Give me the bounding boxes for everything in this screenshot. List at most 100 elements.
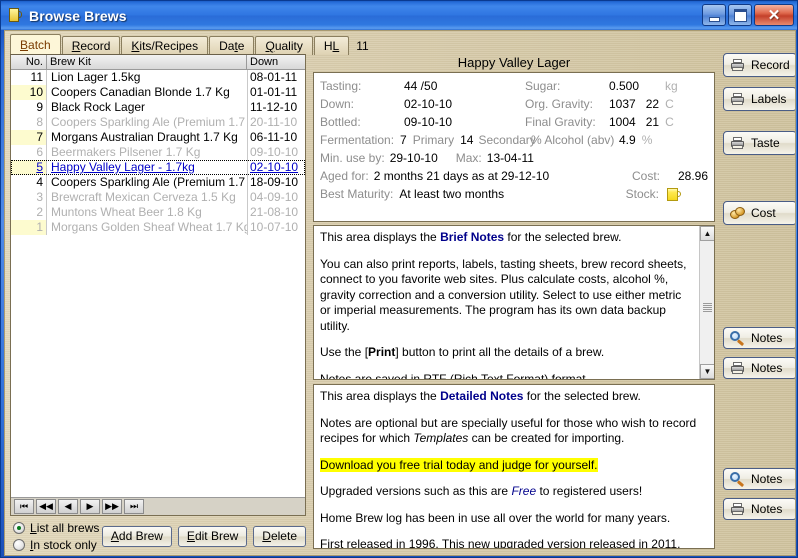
row-brew-kit: Lion Lager 1.5kg bbox=[51, 70, 141, 84]
print-record-button[interactable]: Record bbox=[723, 53, 795, 77]
maximize-button[interactable] bbox=[728, 4, 752, 26]
row-down-date: 11-12-10 bbox=[247, 100, 304, 115]
view-brief-notes-button[interactable]: Notes bbox=[723, 327, 795, 349]
table-row[interactable]: 8 Coopers Sparkling Ale (Premium 1.7 Kg) 2… bbox=[11, 115, 305, 130]
brief-notes-p1-bold: Brief Notes bbox=[440, 230, 505, 244]
radio-in-stock-label: In stock only bbox=[30, 537, 97, 552]
close-window-button[interactable]: ✕ bbox=[754, 4, 794, 26]
table-row[interactable]: 9 Black Rock Lager 11-12-10 bbox=[11, 100, 305, 115]
radio-dot-icon bbox=[13, 538, 25, 551]
browse-brews-window: Browse Brews ✕ Batch Record Kits/Recipes… bbox=[0, 0, 798, 558]
row-brew-kit: Happy Valley Lager - 1.7kg bbox=[51, 160, 195, 174]
radio-dot-icon bbox=[13, 521, 25, 534]
scroll-up-icon[interactable]: ▲ bbox=[700, 226, 714, 241]
radio-list-all-label: List all brews bbox=[30, 520, 100, 535]
brew-list-rows: 11 Lion Lager 1.5kg 08-01-11 10 Coopers Cana… bbox=[11, 70, 305, 235]
alcohol-value: 4.9 bbox=[619, 133, 636, 147]
detailed-notes-paragraph-4: Upgraded versions such as this are Free … bbox=[320, 484, 708, 500]
org-gravity-label: Org. Gravity: bbox=[525, 97, 594, 111]
print-brief-notes-label: Notes bbox=[751, 361, 783, 375]
table-row[interactable]: 4 Coopers Sparkling Ale (Premium 1.7 Kg) 1… bbox=[11, 175, 305, 190]
tab-record-label: Record bbox=[71, 39, 111, 53]
detailed-notes-paragraph-3: Download you free trial today and judge … bbox=[320, 457, 708, 474]
table-row[interactable]: 10 Coopers Canadian Blonde 1.7 Kg 01-01-11 bbox=[11, 85, 305, 100]
table-row[interactable]: 2 Muntons Wheat Beer 1.8 Kg 21-08-10 bbox=[11, 205, 305, 220]
row-number: 1 bbox=[11, 220, 47, 235]
row-down-date: 09-10-10 bbox=[247, 145, 304, 160]
print-taste-button[interactable]: Taste bbox=[723, 131, 795, 155]
view-detailed-notes-button[interactable]: Notes bbox=[723, 468, 795, 490]
row-number: 5 bbox=[11, 160, 47, 175]
org-gravity-temp: 22 bbox=[645, 97, 660, 111]
print-detailed-notes-button[interactable]: Notes bbox=[723, 498, 795, 520]
minimize-button[interactable] bbox=[702, 4, 726, 26]
tab-batch[interactable]: Batch bbox=[10, 34, 61, 55]
brew-list-panel[interactable]: No. Brew Kit Down 11 Lion Lager 1.5kg 08-0… bbox=[10, 54, 306, 516]
print-brief-notes-button[interactable]: Notes bbox=[723, 357, 795, 379]
row-down-date: 08-01-11 bbox=[247, 70, 304, 85]
nav-next-button[interactable]: ▶ bbox=[80, 499, 100, 514]
beer-mug-icon bbox=[8, 7, 23, 24]
list-navigator: ⏮ ◀◀ ◀ ▶ ▶▶ ⏭ bbox=[11, 497, 305, 515]
table-row[interactable]: 3 Brewcraft Mexican Cerveza 1.5 Kg 04-09-1… bbox=[11, 190, 305, 205]
detailed-notes-paragraph-5: Home Brew log has been in use all over t… bbox=[320, 510, 671, 525]
detailed-notes-pane[interactable]: This area displays the Detailed Notes fo… bbox=[313, 384, 715, 549]
nav-prev-button[interactable]: ◀ bbox=[58, 499, 78, 514]
tab-hl[interactable]: HL bbox=[313, 36, 350, 55]
delete-brew-button[interactable]: Delete bbox=[253, 525, 306, 547]
org-gravity-temp-unit: C bbox=[665, 97, 674, 111]
window-controls: ✕ bbox=[702, 4, 794, 26]
table-row[interactable]: 11 Lion Lager 1.5kg 08-01-11 bbox=[11, 70, 305, 85]
list-footer: List all brews In stock only Add Brew Ed… bbox=[10, 518, 306, 554]
edit-brew-button[interactable]: Edit Brew bbox=[177, 525, 248, 547]
nav-next-page-button[interactable]: ▶▶ bbox=[102, 499, 122, 514]
detailed-notes-paragraph-6: First released in 1996. This new upgrade… bbox=[320, 537, 681, 549]
radio-in-stock-only[interactable]: In stock only bbox=[13, 538, 99, 552]
title-bar[interactable]: Browse Brews ✕ bbox=[1, 1, 797, 30]
brief-notes-p3-post: ] button to print all the details of a b… bbox=[395, 345, 605, 359]
cost-button[interactable]: Cost bbox=[723, 201, 795, 225]
tab-date[interactable]: Date bbox=[209, 36, 255, 55]
brew-detail-panel: Tasting: 44 /50 Sugar: 0.500 kg Down: 02… bbox=[313, 72, 715, 222]
table-row[interactable]: 6 Beermakers Pilsener 1.7 Kg 09-10-10 bbox=[11, 145, 305, 160]
brief-notes-p1-post: for the selected brew. bbox=[504, 230, 622, 244]
detail-row-bottled: Bottled: 09-10-10 Final Gravity: 1004 21… bbox=[320, 113, 708, 131]
min-use-label: Min. use by: bbox=[320, 151, 385, 165]
detailed-notes-paragraph-2: Notes are optional but are specially use… bbox=[320, 416, 708, 447]
final-gravity-value: 1004 bbox=[609, 115, 636, 129]
brief-notes-p3-pre: Use the [ bbox=[320, 345, 369, 359]
tab-record[interactable]: Record bbox=[61, 36, 121, 55]
brief-notes-pane[interactable]: This area displays the Brief Notes for t… bbox=[313, 225, 715, 380]
sugar-label: Sugar: bbox=[525, 79, 561, 93]
printer-icon bbox=[730, 502, 745, 516]
column-header-brew-kit: Brew Kit bbox=[47, 55, 247, 69]
row-down-date: 02-10-10 bbox=[247, 160, 304, 175]
table-row[interactable]: 5 Happy Valley Lager - 1.7kg 02-10-10 bbox=[11, 160, 305, 175]
scroll-down-icon[interactable]: ▼ bbox=[700, 364, 714, 379]
delete-brew-label: Delete bbox=[262, 529, 297, 543]
brew-list-header: No. Brew Kit Down bbox=[11, 55, 305, 70]
detail-row-maturity: Best Maturity: At least two months Stock… bbox=[320, 185, 708, 203]
radio-list-all-brews[interactable]: List all brews bbox=[13, 521, 99, 535]
nav-last-button[interactable]: ⏭ bbox=[124, 499, 144, 514]
brief-notes-scrollbar[interactable]: ▲ ▼ bbox=[699, 226, 714, 379]
tab-kits-recipes[interactable]: Kits/Recipes bbox=[121, 36, 209, 55]
row-number: 3 bbox=[11, 190, 47, 205]
row-brew-kit: Black Rock Lager bbox=[51, 100, 146, 114]
add-brew-label: Add Brew bbox=[110, 529, 163, 543]
detail-panel-title: Happy Valley Lager bbox=[457, 55, 571, 70]
cost-value: 28.96 bbox=[677, 169, 708, 183]
final-gravity-temp: 21 bbox=[645, 115, 660, 129]
nav-prev-page-button[interactable]: ◀◀ bbox=[36, 499, 56, 514]
print-labels-button[interactable]: Labels bbox=[723, 87, 795, 111]
scrollbar-thumb[interactable] bbox=[703, 302, 712, 312]
row-number: 11 bbox=[11, 70, 47, 85]
table-row[interactable]: 1 Morgans Golden Sheaf Wheat 1.7 Kg 10-07-… bbox=[11, 220, 305, 235]
row-down-date: 01-01-11 bbox=[247, 85, 304, 100]
table-row[interactable]: 7 Morgans Australian Draught 1.7 Kg 06-11-… bbox=[11, 130, 305, 145]
tab-quality[interactable]: Quality bbox=[255, 36, 313, 55]
add-brew-button[interactable]: Add Brew bbox=[101, 525, 172, 547]
list-action-buttons: Add Brew Edit Brew Delete bbox=[101, 525, 306, 547]
nav-first-button[interactable]: ⏮ bbox=[14, 499, 34, 514]
print-labels-label: Labels bbox=[751, 92, 787, 106]
